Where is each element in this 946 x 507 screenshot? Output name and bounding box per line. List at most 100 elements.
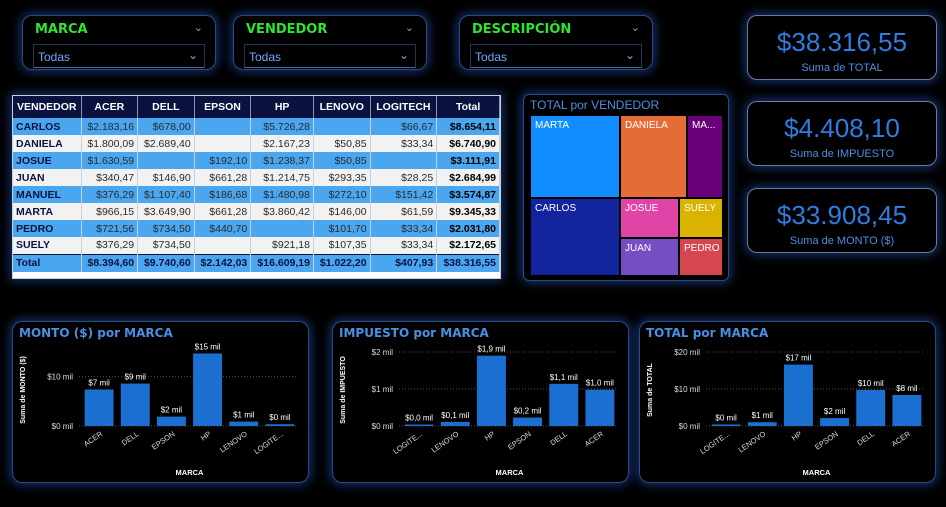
- chart-monto-por-marca[interactable]: MONTO ($) por MARCA Suma de MONTO ($) MAR…: [12, 321, 309, 483]
- bar[interactable]: [120, 383, 150, 426]
- treemap-cell[interactable]: JUAN: [620, 238, 679, 276]
- bar[interactable]: [513, 417, 543, 426]
- bar[interactable]: [404, 424, 434, 426]
- bar[interactable]: [265, 424, 295, 426]
- table-cell: $9.345,33: [436, 203, 500, 220]
- x-tick-label: EPSON: [506, 429, 533, 451]
- kpi-label: Suma de TOTAL: [801, 62, 883, 74]
- treemap-label: CARLOS: [535, 203, 577, 214]
- treemap-cell[interactable]: MA...: [687, 115, 723, 198]
- treemap-label: JOSUE: [625, 203, 659, 214]
- kpi-card-total[interactable]: $38.316,55 Suma de TOTAL: [747, 15, 937, 80]
- slicer-value: Todas: [249, 50, 282, 64]
- bar[interactable]: [585, 389, 615, 426]
- table-row[interactable]: MANUEL $376,29 $1.107,40 $186,68 $1.480,98 $2…: [13, 186, 500, 203]
- x-tick-label: LENOVO: [218, 429, 249, 454]
- data-label: $0 mil: [715, 413, 737, 422]
- kpi-label: Suma de IMPUESTO: [789, 148, 895, 160]
- row-header-cell: MANUEL: [13, 186, 82, 203]
- treemap-cell[interactable]: MARTA: [530, 115, 620, 198]
- treemap-cell[interactable]: DANIELA: [620, 115, 687, 198]
- slicer-dropdown[interactable]: Todas ⌄: [244, 44, 416, 68]
- table-row[interactable]: CARLOS $2.183,16 $678,00 $5.726,28 $66,67 $8.…: [13, 118, 500, 135]
- treemap-cell[interactable]: CARLOS: [530, 198, 620, 276]
- slicer-title: DESCRIPCIÓN: [472, 22, 572, 37]
- treemap-label: MARTA: [535, 120, 570, 131]
- slicer-descripcion[interactable]: DESCRIPCIÓN ⌄ Todas ⌄: [459, 15, 653, 70]
- chevron-down-icon[interactable]: ⌄: [188, 48, 198, 62]
- kpi-card-monto[interactable]: $33.908,45 Suma de MONTO ($): [747, 188, 937, 253]
- bar[interactable]: [856, 389, 886, 426]
- table-cell: $734,50: [137, 237, 195, 254]
- bar[interactable]: [747, 422, 777, 426]
- treemap-panel[interactable]: TOTAL por VENDEDOR MARTA DANIELA MA... CARL…: [523, 94, 729, 281]
- x-tick-label: LOGITE...: [698, 429, 731, 456]
- table-cell: $3.860,42: [250, 203, 314, 220]
- kpi-card-impuesto[interactable]: $4.408,10 Suma de IMPUESTO: [747, 101, 937, 166]
- col-header[interactable]: LOGITECH: [370, 96, 438, 118]
- col-header[interactable]: EPSON: [194, 96, 252, 118]
- treemap-cell[interactable]: PEDRO: [679, 238, 723, 276]
- bar[interactable]: [156, 416, 186, 426]
- x-tick-label: HP: [199, 429, 213, 442]
- col-header[interactable]: Total: [436, 96, 500, 118]
- col-header[interactable]: HP: [250, 96, 314, 118]
- treemap-cell[interactable]: SUELY: [679, 198, 723, 238]
- col-header[interactable]: LENOVO: [313, 96, 371, 118]
- treemap-cell[interactable]: JOSUE: [620, 198, 679, 238]
- table-row[interactable]: PEDRO $721,56 $734,50 $440,70 $101,70 $33,34 $…: [13, 220, 500, 237]
- table-cell: $33,34: [370, 220, 438, 237]
- chevron-down-icon[interactable]: ⌄: [194, 21, 203, 34]
- bar[interactable]: [892, 394, 922, 426]
- table-row[interactable]: JOSUE $1.630,59 $192,10 $1.238,37 $50,85 $3.1…: [13, 152, 500, 169]
- data-label: $7 mil: [88, 378, 110, 387]
- col-header[interactable]: DELL: [137, 96, 195, 118]
- table-row[interactable]: DANIELA $1.800,09 $2.689,40 $2.167,23 $50,85…: [13, 135, 500, 152]
- table-cell: $376,29: [81, 186, 139, 203]
- chart-impuesto-por-marca[interactable]: IMPUESTO por MARCA Suma de IMPUESTO MARCA…: [332, 321, 629, 483]
- table-cell: $2.167,23: [250, 135, 314, 152]
- col-header[interactable]: ACER: [81, 96, 139, 118]
- x-tick-label: DELL: [548, 429, 569, 447]
- table-cell: $50,85: [313, 135, 371, 152]
- bar[interactable]: [193, 353, 223, 426]
- slicer-dropdown[interactable]: Todas ⌄: [33, 44, 205, 68]
- bar[interactable]: [820, 418, 850, 426]
- kpi-value: $38.316,55: [776, 27, 908, 57]
- bar[interactable]: [229, 421, 259, 426]
- chevron-down-icon[interactable]: ⌄: [625, 48, 635, 62]
- bar[interactable]: [549, 383, 579, 426]
- bar[interactable]: [440, 421, 470, 426]
- table-row[interactable]: MARTA $966,15 $3.649,90 $661,28 $3.860,42 $14…: [13, 203, 500, 220]
- slicer-dropdown[interactable]: Todas ⌄: [470, 44, 642, 68]
- treemap[interactable]: MARTA DANIELA MA... CARLOS JOSUE SUELY JUAN PED…: [530, 115, 723, 276]
- chart-total-por-marca[interactable]: TOTAL por MARCA Suma de TOTAL MARCA $0 mil…: [639, 321, 936, 483]
- bar[interactable]: [783, 364, 813, 426]
- bar[interactable]: [84, 389, 114, 426]
- table-cell: $2.183,16: [81, 118, 139, 135]
- table-row[interactable]: JUAN $340,47 $146,90 $661,28 $1.214,75 $293,3…: [13, 169, 500, 186]
- table-cell: [194, 118, 252, 135]
- x-tick-label: LENOVO: [430, 429, 461, 454]
- slicer-marca[interactable]: MARCA ⌄ Todas ⌄: [22, 15, 216, 70]
- total-cell: $2.142,03: [194, 253, 252, 272]
- table-cell: $186,68: [194, 186, 252, 203]
- chevron-down-icon[interactable]: ⌄: [405, 21, 414, 34]
- table-total-row[interactable]: Total $8.394,60 $9.740,60 $2.142,03 $16.609,…: [13, 253, 500, 272]
- chevron-down-icon[interactable]: ⌄: [631, 21, 640, 34]
- chevron-down-icon[interactable]: ⌄: [399, 48, 409, 62]
- table-row[interactable]: SUELY $376,29 $734,50 $921,18 $107,35 $33,34 $…: [13, 237, 500, 254]
- bar[interactable]: [711, 424, 741, 426]
- sales-table: VENDEDOR ACER DELL EPSON HP LENOVO LOGIT…: [13, 96, 500, 272]
- slicer-vendedor[interactable]: VENDEDOR ⌄ Todas ⌄: [233, 15, 427, 70]
- col-header[interactable]: VENDEDOR: [13, 96, 82, 118]
- x-tick-label: HP: [483, 429, 497, 442]
- bar[interactable]: [476, 355, 506, 426]
- table-cell: $661,28: [194, 203, 252, 220]
- x-tick-label: EPSON: [813, 429, 840, 451]
- sales-matrix[interactable]: VENDEDOR ACER DELL EPSON HP LENOVO LOGIT…: [12, 95, 501, 279]
- data-label: $0 mil: [269, 413, 291, 422]
- total-cell: $38.316,55: [436, 253, 500, 272]
- table-cell: $340,47: [81, 169, 139, 186]
- treemap-title: TOTAL por VENDEDOR: [530, 98, 660, 112]
